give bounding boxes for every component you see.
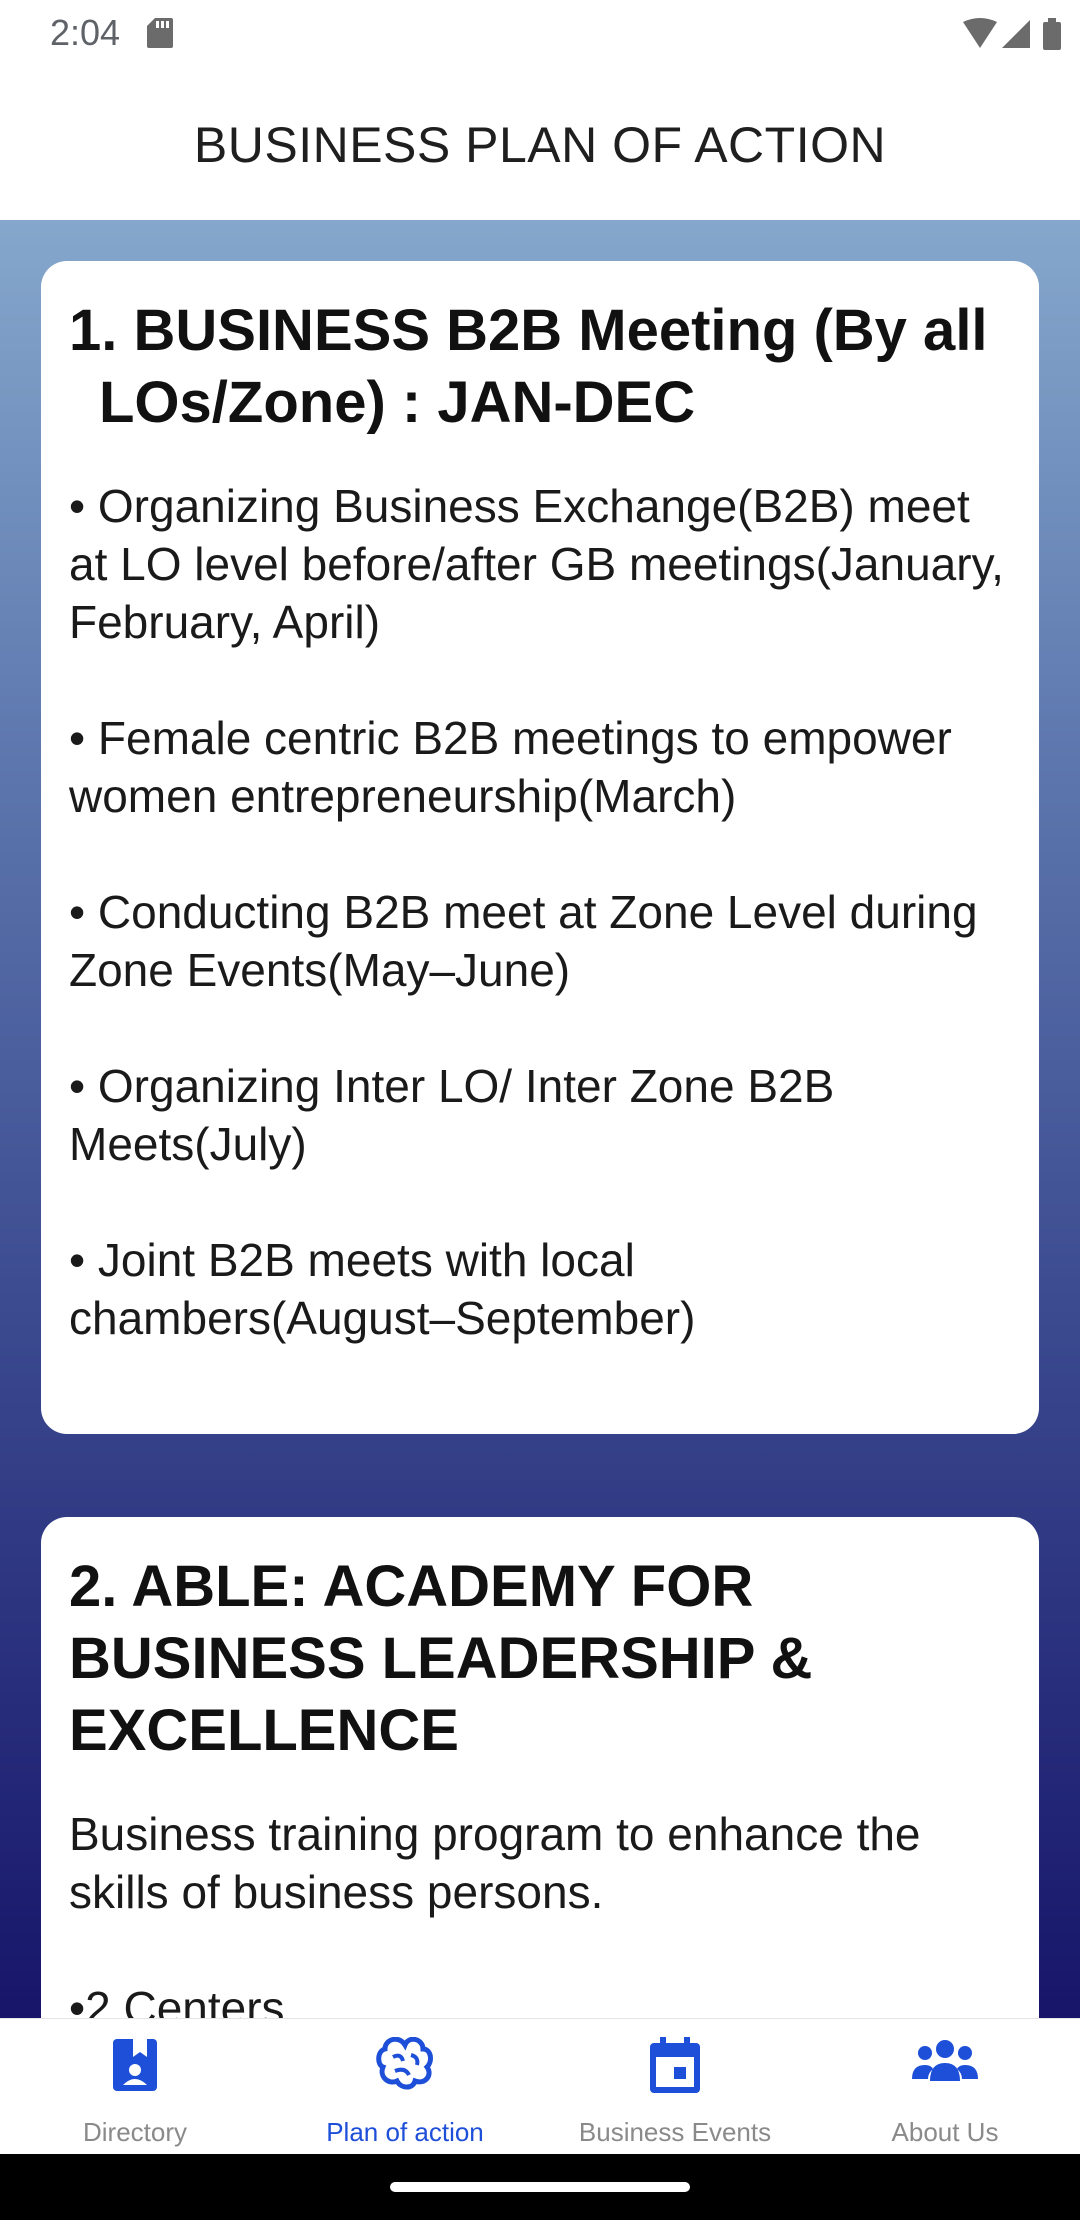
wifi-icon [963, 18, 997, 48]
nav-label: About Us [891, 2117, 999, 2147]
bullet-item: •2 Centers [69, 1982, 285, 2018]
bullet-item: • Organizing Business Exchange(B2B) meet… [69, 480, 1004, 648]
status-time: 2:04 [50, 12, 121, 53]
card-title: 2. ABLE: ACADEMY FOR BUSINESS LEADERSHIP… [69, 1554, 813, 1763]
directory-icon [113, 2039, 157, 2091]
people-icon [912, 2040, 978, 2081]
nav-item-directory[interactable]: Directory [0, 2019, 270, 2155]
battery-icon [1043, 18, 1061, 50]
bullet-item: • Female centric B2B meetings to empower… [69, 712, 952, 822]
calendar-icon [650, 2037, 700, 2093]
plan-card-b2b: 1. BUSINESS B2B Meeting (By all LOs/Zone… [41, 261, 1039, 1434]
plan-card-able: 2. ABLE: ACADEMY FOR BUSINESS LEADERSHIP… [41, 1517, 1039, 2018]
nav-item-plan-of-action[interactable]: Plan of action [270, 2019, 540, 2155]
plan-content-scroll[interactable]: 1. BUSINESS B2B Meeting (By all LOs/Zone… [0, 220, 1080, 2018]
bullet-item: • Organizing Inter LO/ Inter Zone B2B Me… [69, 1060, 835, 1170]
bottom-navigation: Directory Plan of action Business Events… [0, 2018, 1080, 2155]
nav-label: Directory [82, 2117, 187, 2147]
gesture-navigation-bar [0, 2154, 1080, 2220]
nav-label: Business Events [578, 2117, 772, 2147]
sd-card-icon [147, 18, 173, 48]
home-gesture-handle[interactable] [390, 2182, 690, 2192]
card-title: 1. BUSINESS B2B Meeting (By all LOs/Zone… [69, 298, 988, 435]
bullet-item: • Conducting B2B meet at Zone Level duri… [69, 886, 978, 996]
bullet-list: • Organizing Business Exchange(B2B) meet… [69, 477, 1011, 1347]
brain-icon [376, 2037, 433, 2090]
app-bar: BUSINESS PLAN OF ACTION [0, 66, 1080, 220]
bullet-item: • Joint B2B meets with local chambers(Au… [69, 1234, 696, 1344]
nav-item-about-us[interactable]: About Us [810, 2019, 1080, 2155]
status-bar: 2:04 [0, 0, 1080, 66]
page-title: BUSINESS PLAN OF ACTION [193, 117, 887, 173]
system-status-icons [963, 18, 1061, 50]
card-description: Business training program to enhance the… [69, 1808, 921, 1918]
nav-item-business-events[interactable]: Business Events [540, 2019, 810, 2155]
signal-icon [1002, 20, 1030, 48]
nav-label: Plan of action [326, 2117, 484, 2147]
